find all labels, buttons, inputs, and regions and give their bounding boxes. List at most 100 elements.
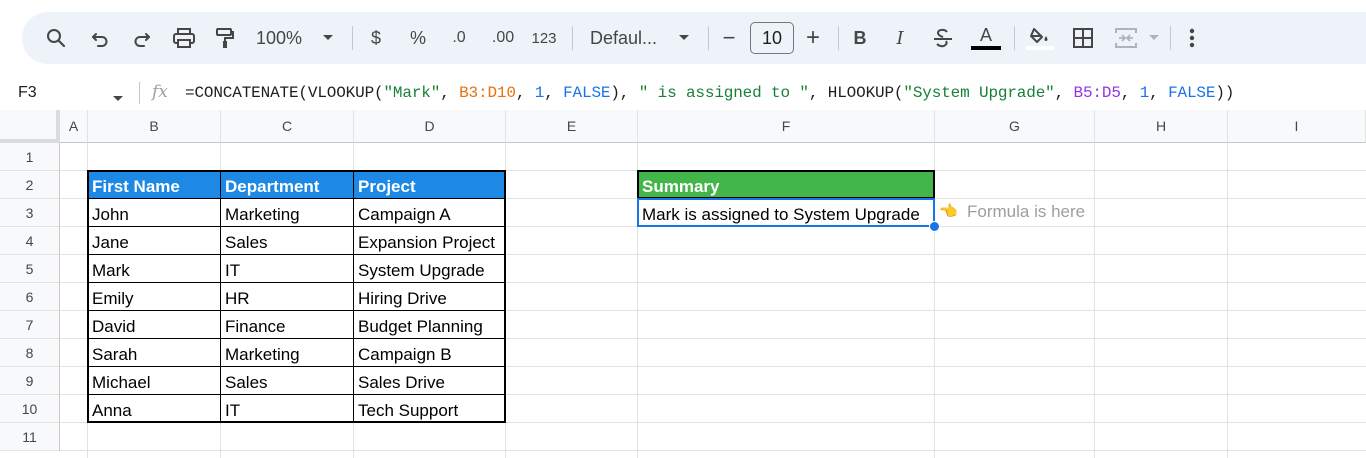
table-header-cell[interactable]: Project — [354, 171, 506, 199]
fill-color-icon[interactable] — [1026, 26, 1054, 50]
table-cell[interactable]: Hiring Drive — [354, 283, 506, 311]
column-header-d[interactable]: D — [354, 110, 506, 143]
search-icon[interactable] — [44, 26, 68, 50]
paint-format-icon[interactable] — [213, 26, 237, 50]
row-header-8[interactable]: 8 — [0, 339, 60, 367]
column-header-b[interactable]: B — [88, 110, 221, 143]
table-cell[interactable]: Marketing — [221, 339, 354, 367]
table-cell[interactable]: Campaign B — [354, 339, 506, 367]
formula-token: , — [515, 84, 535, 102]
formula-note: Formula is here — [967, 202, 1086, 221]
row-header-9[interactable]: 9 — [0, 367, 60, 395]
column-header-f[interactable]: F — [638, 110, 935, 143]
font-dropdown-icon[interactable] — [674, 26, 694, 50]
table-border — [87, 366, 506, 367]
table-cell[interactable]: System Upgrade — [354, 255, 506, 283]
fill-color-swatch — [1026, 45, 1054, 50]
pointing-hand-icon: 👈 — [939, 203, 958, 220]
formula-input[interactable]: =CONCATENATE(VLOOKUP("Mark", B3:D10, 1 , … — [185, 84, 1234, 102]
font-size-input[interactable]: 10 — [750, 22, 794, 54]
italic-button[interactable]: I — [890, 26, 910, 50]
formula-bar: F3 fx =CONCATENATE(VLOOKUP("Mark", B3:D1… — [0, 76, 1366, 111]
number-format-button[interactable]: 123 — [530, 26, 558, 50]
spreadsheet-grid[interactable]: A B C D E F G H I 1 2 3 4 5 6 7 8 9 10 11 First Name Departme… — [0, 110, 1366, 458]
table-cell[interactable]: HR — [221, 283, 354, 311]
column-header-g[interactable]: G — [935, 110, 1095, 143]
summary-header-cell[interactable]: Summary — [638, 171, 935, 199]
function-icon: fx — [152, 82, 168, 102]
table-cell[interactable]: Mark — [88, 255, 221, 283]
row-header-4[interactable]: 4 — [0, 227, 60, 255]
percent-button[interactable]: % — [406, 26, 430, 50]
table-border — [87, 282, 506, 283]
table-cell[interactable]: IT — [221, 255, 354, 283]
column-header-e[interactable]: E — [506, 110, 638, 143]
row-header-10[interactable]: 10 — [0, 395, 60, 423]
increase-decimal-button[interactable]: .00 — [488, 26, 518, 50]
row-header-7[interactable]: 7 — [0, 311, 60, 339]
table-border — [87, 198, 506, 199]
borders-icon[interactable] — [1071, 26, 1095, 50]
table-cell[interactable]: Jane — [88, 227, 221, 255]
table-cell[interactable]: John — [88, 199, 221, 227]
name-box[interactable]: F3 — [18, 84, 37, 102]
column-header-c[interactable]: C — [221, 110, 354, 143]
formula-bar-divider — [139, 82, 140, 104]
increase-font-size-button[interactable]: + — [802, 24, 824, 51]
table-cell[interactable]: Sales — [221, 367, 354, 395]
table-cell[interactable]: Finance — [221, 311, 354, 339]
row-header-11[interactable]: 11 — [0, 423, 60, 451]
table-cell[interactable]: Expansion Project — [354, 227, 506, 255]
zoom-select[interactable]: 100% — [256, 26, 308, 50]
select-all-corner[interactable] — [0, 110, 60, 143]
toolbar-divider — [572, 26, 573, 50]
redo-icon[interactable] — [130, 26, 154, 50]
table-cell[interactable]: Tech Support — [354, 395, 506, 423]
table-border — [87, 310, 506, 311]
table-header-cell[interactable]: Department — [221, 171, 354, 199]
merge-cells-icon[interactable] — [1114, 26, 1138, 50]
currency-button[interactable]: $ — [366, 26, 386, 50]
table-cell[interactable]: Campaign A — [354, 199, 506, 227]
table-cell[interactable]: Michael — [88, 367, 221, 395]
fill-handle[interactable] — [929, 221, 940, 232]
formula-token: )) — [1215, 84, 1235, 102]
table-cell[interactable]: Sarah — [88, 339, 221, 367]
formula-token: =CONCATENATE(VLOOKUP( — [185, 84, 384, 102]
formula-token: , — [440, 84, 460, 102]
font-select[interactable]: Defaul... — [590, 26, 664, 50]
active-cell-selection — [637, 198, 935, 227]
table-cell[interactable]: Emily — [88, 283, 221, 311]
toolbar-divider — [352, 26, 353, 50]
undo-icon[interactable] — [88, 26, 112, 50]
row-header-1[interactable]: 1 — [0, 143, 60, 171]
table-cell[interactable]: IT — [221, 395, 354, 423]
print-icon[interactable] — [171, 26, 197, 50]
strikethrough-icon[interactable] — [931, 26, 955, 50]
table-header-cell[interactable]: First Name — [88, 171, 221, 199]
row-header-6[interactable]: 6 — [0, 283, 60, 311]
row-header-3[interactable]: 3 — [0, 199, 60, 227]
zoom-dropdown-icon[interactable] — [318, 26, 338, 50]
increase-decimal-label: .00 — [491, 29, 515, 46]
bold-button[interactable]: B — [850, 26, 870, 50]
decrease-decimal-button[interactable]: .0 — [446, 26, 472, 50]
decrease-font-size-button[interactable]: − — [718, 25, 740, 50]
column-header-h[interactable]: H — [1095, 110, 1228, 143]
table-cell[interactable]: Marketing — [221, 199, 354, 227]
column-header-a[interactable]: A — [60, 110, 88, 143]
name-box-dropdown-icon[interactable] — [112, 90, 124, 108]
text-color-button[interactable]: A — [970, 26, 1002, 50]
table-cell[interactable]: Sales — [221, 227, 354, 255]
table-cell[interactable]: Anna — [88, 395, 221, 423]
table-cell[interactable]: David — [88, 311, 221, 339]
formula-token: 1 — [534, 84, 545, 102]
more-options-icon[interactable] — [1182, 26, 1202, 50]
table-border — [353, 170, 354, 423]
table-cell[interactable]: Sales Drive — [354, 367, 506, 395]
row-header-5[interactable]: 5 — [0, 255, 60, 283]
column-header-i[interactable]: I — [1228, 110, 1366, 143]
merge-dropdown-icon[interactable] — [1146, 26, 1162, 50]
row-header-2[interactable]: 2 — [0, 171, 60, 199]
table-cell[interactable]: Budget Planning — [354, 311, 506, 339]
